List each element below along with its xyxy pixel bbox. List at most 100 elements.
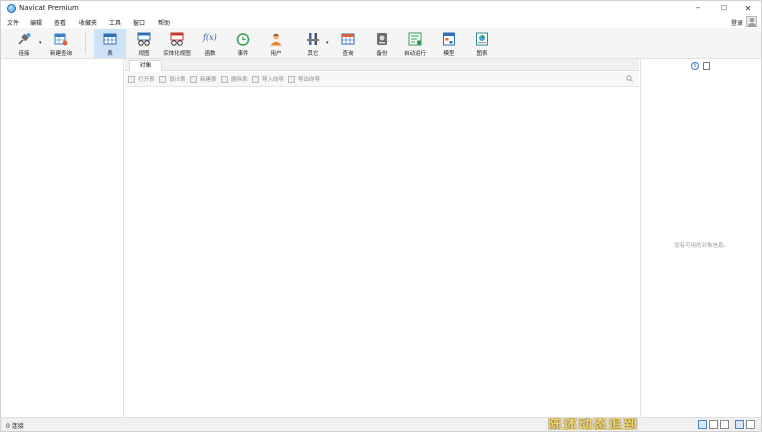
maximize-button[interactable]: ☐ [711, 2, 737, 14]
auto-run-icon [408, 32, 422, 46]
er-view-icon[interactable] [720, 420, 729, 429]
backup-label: 备份 [376, 51, 388, 57]
query-icon [341, 32, 355, 46]
new-query-icon [54, 32, 68, 46]
event-button[interactable]: 事件 [231, 29, 255, 58]
no-object-info-text: 没有可用的对象信息。 [673, 243, 729, 249]
backup-icon [375, 32, 389, 46]
view-button[interactable]: 视图 [131, 29, 157, 58]
import-wizard-label: 导入向导 [262, 77, 285, 83]
open-table-icon [128, 75, 135, 83]
minimize-button[interactable]: – [685, 2, 711, 14]
user-avatar-icon[interactable] [746, 16, 757, 27]
function-glyph: f(x) [203, 33, 217, 42]
materialized-view-icon [170, 32, 184, 46]
chart-icon [475, 32, 489, 46]
status-bar: 0 连接 [1, 417, 761, 431]
navicat-logo-icon [7, 4, 16, 13]
model-button[interactable]: 模型 [437, 29, 461, 58]
menu-view[interactable]: 查看 [54, 18, 66, 27]
table-button[interactable]: 表 [94, 29, 126, 58]
title-bar: Navicat Premium – ☐ ✕ [1, 1, 761, 16]
new-query-button[interactable]: 新建查询 [46, 29, 76, 58]
plug-icon [17, 32, 31, 46]
object-list-area[interactable] [125, 87, 639, 417]
toolbar-separator [85, 32, 86, 54]
open-table-button[interactable]: 打开表 [128, 75, 155, 83]
other-dropdown-icon[interactable]: ▾ [326, 40, 329, 46]
detail-view-icon[interactable] [709, 420, 718, 429]
delete-table-button[interactable]: 删除表 [221, 75, 248, 83]
delete-table-label: 删除表 [231, 77, 248, 83]
backup-button[interactable]: 备份 [370, 29, 394, 58]
export-wizard-label: 导出向导 [298, 77, 321, 83]
login-link[interactable]: 登录 [731, 18, 743, 27]
query-button[interactable]: 查询 [336, 29, 360, 58]
materialized-view-label: 实体化视图 [163, 51, 191, 57]
toggle-nav-pane-icon[interactable] [735, 420, 744, 429]
model-icon [442, 32, 456, 46]
menu-bar: 文件 编辑 查看 收藏夹 工具 窗口 帮助 登录 [1, 16, 761, 28]
connect-label: 连接 [18, 51, 30, 57]
navigation-pane[interactable] [3, 59, 124, 417]
toggle-info-pane-icon[interactable] [746, 420, 755, 429]
main-toolbar: 连接 ▾ 新建查询 表 视图 实体化视图 f(x) 函数 事件 用户 其它 ▾ … [1, 28, 761, 59]
menu-tools[interactable]: 工具 [109, 18, 121, 27]
list-view-icon[interactable] [698, 420, 707, 429]
tab-objects[interactable]: 对象 [129, 60, 162, 71]
export-wizard-button[interactable]: 导出向导 [288, 75, 320, 83]
event-label: 事件 [237, 51, 249, 57]
other-label: 其它 [307, 51, 319, 57]
view-mode-switcher [698, 420, 755, 429]
tools-icon [306, 32, 320, 46]
menu-edit[interactable]: 编辑 [30, 18, 42, 27]
delete-table-icon [221, 75, 228, 83]
close-button[interactable]: ✕ [735, 2, 761, 14]
auto-run-label: 自动运行 [403, 51, 426, 57]
tab-strip: 对象 [125, 59, 639, 71]
new-table-label: 新建表 [200, 77, 217, 83]
design-table-button[interactable]: 设计表 [159, 75, 186, 83]
overlay-caption: 陈述动态追到 [548, 418, 638, 430]
new-table-icon [190, 75, 197, 83]
import-wizard-icon [252, 75, 259, 83]
menu-file[interactable]: 文件 [7, 18, 19, 27]
new-query-label: 新建查询 [49, 51, 72, 57]
connection-count: 0 连接 [6, 423, 24, 430]
menu-window[interactable]: 窗口 [133, 18, 145, 27]
design-table-icon [159, 75, 166, 83]
query-label: 查询 [342, 51, 354, 57]
connect-dropdown-icon[interactable]: ▾ [39, 40, 42, 46]
table-label: 表 [107, 51, 113, 57]
chart-button[interactable]: 图表 [470, 29, 494, 58]
clock-icon [236, 32, 250, 46]
table-icon [103, 32, 117, 46]
auto-run-button[interactable]: 自动运行 [401, 29, 429, 58]
search-icon[interactable] [626, 75, 633, 82]
menu-favorites[interactable]: 收藏夹 [79, 18, 97, 27]
user-icon [269, 32, 283, 46]
function-icon: f(x) [203, 32, 217, 46]
open-table-label: 打开表 [138, 77, 155, 83]
user-button[interactable]: 用户 [264, 29, 288, 58]
view-icon [137, 32, 151, 46]
window-title: Navicat Premium [19, 4, 79, 12]
design-table-label: 设计表 [169, 77, 186, 83]
materialized-view-button[interactable]: 实体化视图 [161, 29, 193, 58]
menu-help[interactable]: 帮助 [158, 18, 170, 27]
user-label: 用户 [270, 51, 282, 57]
new-table-button[interactable]: 新建表 [190, 75, 217, 83]
object-toolbar: 打开表 设计表 新建表 删除表 导入向导 导出向导 [125, 72, 639, 87]
function-label: 函数 [204, 51, 216, 57]
model-label: 模型 [443, 51, 455, 57]
connect-button[interactable]: 连接 [10, 29, 38, 58]
app-window: Navicat Premium – ☐ ✕ 文件 编辑 查看 收藏夹 工具 窗口… [0, 0, 762, 432]
export-wizard-icon [288, 75, 295, 83]
chart-label: 图表 [476, 51, 488, 57]
import-wizard-button[interactable]: 导入向导 [252, 75, 284, 83]
function-button[interactable]: f(x) 函数 [198, 29, 222, 58]
other-button[interactable]: 其它 [301, 29, 325, 58]
info-icon[interactable]: i [691, 62, 699, 70]
ddl-icon[interactable] [703, 62, 710, 70]
view-label: 视图 [138, 51, 150, 57]
